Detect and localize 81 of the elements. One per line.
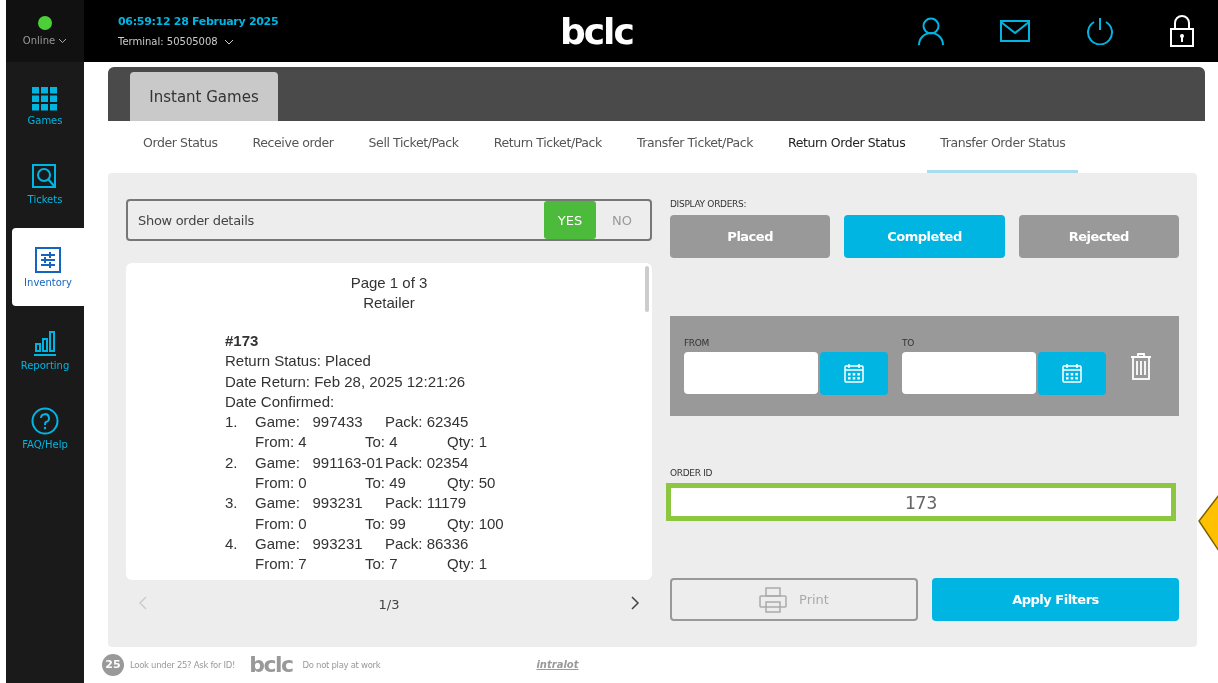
chevron-left-icon (138, 596, 147, 611)
footer-slogan: Do not play at work (302, 659, 381, 670)
help-icon (31, 406, 59, 435)
from-text: From: 4 (255, 432, 308, 453)
from-date-field[interactable] (684, 351, 818, 394)
arrow-annotation (1197, 493, 1218, 553)
order-number: #173 (225, 331, 259, 351)
user-icon[interactable] (918, 17, 944, 45)
toggle-label: Show order details (138, 212, 254, 228)
online-status-dropdown[interactable]: Online (22, 35, 68, 46)
chevron-down-icon (58, 37, 68, 44)
date-time: 06:59:12 28 February 2025 (118, 15, 280, 28)
terminal-dropdown[interactable]: Terminal: 50505008 (118, 36, 538, 47)
age-badge: 25 (102, 653, 124, 676)
tab[interactable]: Order Status (130, 121, 231, 173)
to-text: To: 7 (365, 554, 399, 575)
calendar-button[interactable] (1038, 351, 1106, 395)
sidebar-item[interactable]: Reporting (6, 316, 84, 384)
from-text: From: 0 (255, 473, 308, 494)
display-orders-label: DISPLAY ORDERS: (670, 199, 748, 209)
pack-text: Pack: 11179 (385, 493, 467, 514)
pack-text: Pack: 02354 (385, 452, 469, 473)
scrollbar-thumb[interactable] (645, 266, 649, 312)
calendar-button[interactable] (820, 351, 888, 395)
from-label: FROM (684, 337, 711, 348)
search-icon (32, 163, 58, 190)
tab[interactable]: Transfer Ticket/Pack (623, 121, 767, 173)
tab[interactable]: Return Order Status (775, 121, 919, 173)
game-text: Game: 993231 (255, 493, 364, 514)
footer-logo: bclc (249, 652, 293, 677)
tab[interactable]: Sell Ticket/Pack (355, 121, 472, 173)
item-number: 2. (225, 452, 239, 473)
calendar-icon (1062, 363, 1082, 383)
item-number: 4. (225, 533, 239, 554)
to-date-field[interactable] (902, 351, 1036, 394)
from-text: From: 0 (255, 513, 308, 534)
document-line: Date Confirmed: (225, 391, 335, 412)
from-text: From: 7 (255, 554, 308, 575)
item-number: 1. (225, 412, 239, 433)
grid-icon (32, 86, 58, 111)
game-text: Game: 997433 (255, 412, 364, 433)
pack-text: Pack: 62345 (385, 412, 469, 433)
bar-chart-icon (33, 329, 57, 356)
to-text: To: 4 (365, 432, 399, 453)
age-check-text: Look under 25? Ask for ID! (130, 659, 236, 670)
qty-text: Qty: 1 (447, 554, 487, 575)
to-label: TO (902, 337, 915, 348)
calendar-icon (844, 363, 864, 383)
chevron-down-icon (223, 38, 234, 45)
trash-icon[interactable] (1130, 352, 1152, 380)
power-icon[interactable] (1086, 17, 1114, 45)
sidebar-item[interactable]: Tickets (6, 150, 84, 218)
chevron-right-icon (631, 596, 640, 611)
qty-text: Qty: 1 (447, 432, 487, 453)
tab[interactable]: Return Ticket/Pack (480, 121, 615, 173)
document-line: Date Return: Feb 28, 2025 12:21:26 (225, 371, 466, 392)
game-text: Game: 991163-01 (255, 452, 385, 473)
sidebar-item[interactable]: Inventory (12, 228, 84, 306)
partner-logo: intralot (536, 659, 579, 670)
order-id-field[interactable]: 173 (666, 483, 1176, 521)
printer-icon (759, 586, 788, 613)
section-tab[interactable]: Instant Games (130, 72, 278, 121)
logo: bclc (560, 10, 633, 52)
order-id-label: ORDER ID (670, 468, 714, 478)
to-text: To: 49 (365, 473, 407, 494)
lock-icon[interactable] (1170, 15, 1194, 47)
document-line: Return Status: Placed (225, 351, 371, 372)
item-number: 3. (225, 493, 239, 514)
sliders-icon (35, 246, 61, 273)
document-heading: Page 1 of 3 (350, 273, 428, 293)
page-indicator: 1/3 (378, 597, 400, 613)
to-text: To: 99 (365, 513, 407, 534)
pack-text: Pack: 86336 (385, 533, 469, 554)
sidebar-item[interactable]: Games (6, 72, 84, 140)
qty-text: Qty: 100 (447, 513, 504, 534)
game-text: Game: 993231 (255, 533, 364, 554)
document-heading: Retailer (363, 293, 415, 313)
mail-icon[interactable] (1000, 20, 1030, 42)
qty-text: Qty: 50 (447, 473, 496, 494)
sidebar-item[interactable]: FAQ/Help (6, 394, 84, 462)
tab[interactable]: Receive order (239, 121, 347, 173)
